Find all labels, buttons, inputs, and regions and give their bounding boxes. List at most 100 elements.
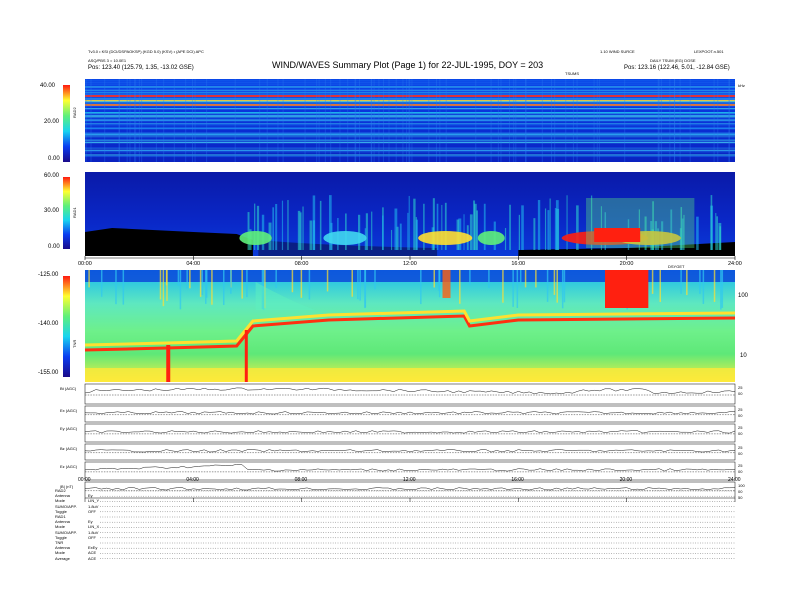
rad2-streak [624,79,626,162]
line-plot-right-tick: 00 [738,489,743,494]
tnr-streak [702,270,705,304]
rad2-ytick-top: 40.00 [40,83,56,89]
tnr-streak [201,270,204,295]
tnr-ytick-top: -125.00 [38,272,59,278]
rad1-burst-streak [358,214,361,250]
line-plot-frame [84,405,736,423]
rad2-streak [395,79,397,162]
time-tick-label: 20:00 [620,477,633,483]
line-plot-trace [84,449,736,453]
tnr-colorbar [63,276,70,377]
rad2-streak [194,79,196,162]
rad1-burst-streak [469,214,473,250]
tnr-streak [359,270,361,301]
rad2-streak [277,79,279,162]
time-tick-label: 04:00 [186,477,199,483]
tnr-streak [177,270,180,286]
rad2-streak [347,79,349,162]
rad2-streak [411,79,413,162]
tnr-streak [469,270,471,286]
rad2-streak [406,79,408,162]
time-tick-label: 16:00 [511,261,525,267]
rad1-burst-streak [549,198,551,250]
rad2-streak [259,79,261,162]
tnr-streak [189,270,191,289]
rad2-streak [669,79,671,162]
tnr-streak [364,270,366,309]
rad2-streak [598,79,600,162]
tnr-streak [512,270,514,307]
rad2-streak [551,79,553,162]
tnr-streak [115,270,117,305]
rad2-streak [185,79,187,162]
line-plot-label: Ex (AGC) [60,408,78,413]
rad1-burst-streak [710,195,713,250]
tnr-streak [651,270,654,294]
line-plot-right-tick: 100 [738,483,745,488]
rad1-ylabel: RAD1 [72,207,77,218]
rad1-burst-streak [287,200,289,250]
tnr-streak [563,270,566,303]
time-tick-label: 20:00 [620,261,634,267]
rad1-burst-streak [716,216,718,250]
rad2-streak [134,79,136,162]
line-plot-right-tick: 00 [738,469,743,474]
rad2-streak [155,79,157,162]
rad2-streak [126,79,128,162]
rad2-streak [657,79,659,162]
line-plot-frame [84,481,736,499]
rad2-streak [282,79,284,162]
time-tick-label: 16:00 [511,477,524,483]
rad1-burst-streak [476,210,479,250]
rad2-streak [660,79,662,162]
line-plot-label: Ez (AGC) [60,464,78,469]
rad1-burst-streak [319,200,322,250]
tnr-streak [351,270,353,297]
tnr-streak [553,270,556,295]
rad1-burst-streak [544,208,547,250]
footer-value: ACE [88,555,97,561]
rad2-streak [593,79,595,162]
rad2-streak [330,79,332,162]
time-tick-label: 08:00 [295,261,309,267]
rad1-burst-streak [413,198,416,250]
tnr-streak [357,270,359,300]
rad1-burst-streak [391,229,393,250]
rad1-burst-streak [547,210,550,250]
tnr-streak [524,270,527,288]
rad2-streak [85,79,87,162]
tnr-streak [546,270,549,302]
tnr-streak [186,270,188,289]
rad2-streak [500,79,502,162]
line-plot-right-tick: 25 [738,407,743,412]
line-plot-trace [84,487,736,491]
rad2-streak [689,79,691,162]
line-plot-label: Bt (AGC) [60,386,77,391]
rad1-burst-streak [415,219,418,250]
line-plot-label: Ey (AGC) [60,426,78,431]
rad2-streak [679,79,681,162]
tnr-streak [179,270,182,310]
tnr-ytick-mid: -140.00 [38,321,59,327]
rad2-streak [475,79,477,162]
tnr-streak [300,270,303,298]
tnr-burst [605,270,649,308]
rad2-streak [445,79,447,162]
tnr-streak [205,270,207,304]
rad1-burst-streak [719,226,721,250]
rad1-burst-streak [407,212,409,250]
rad1-burst-streak [509,204,511,250]
rad2-streak [402,79,404,162]
tnr-streak [241,270,243,299]
tnr-right-tick-10: 10 [740,353,747,359]
rad1-burst-streak [302,206,304,250]
rad1-burst-streak [371,211,373,250]
rad2-streak [515,79,517,162]
rad1-burst [477,231,505,245]
rad2-streak [513,79,515,162]
rad1-ytick-top: 60.00 [44,173,60,179]
time-tick-label: 00:00 [78,477,91,483]
tnr-streak [433,270,436,288]
rad2-streak [324,79,326,162]
rad2-streak [435,79,437,162]
